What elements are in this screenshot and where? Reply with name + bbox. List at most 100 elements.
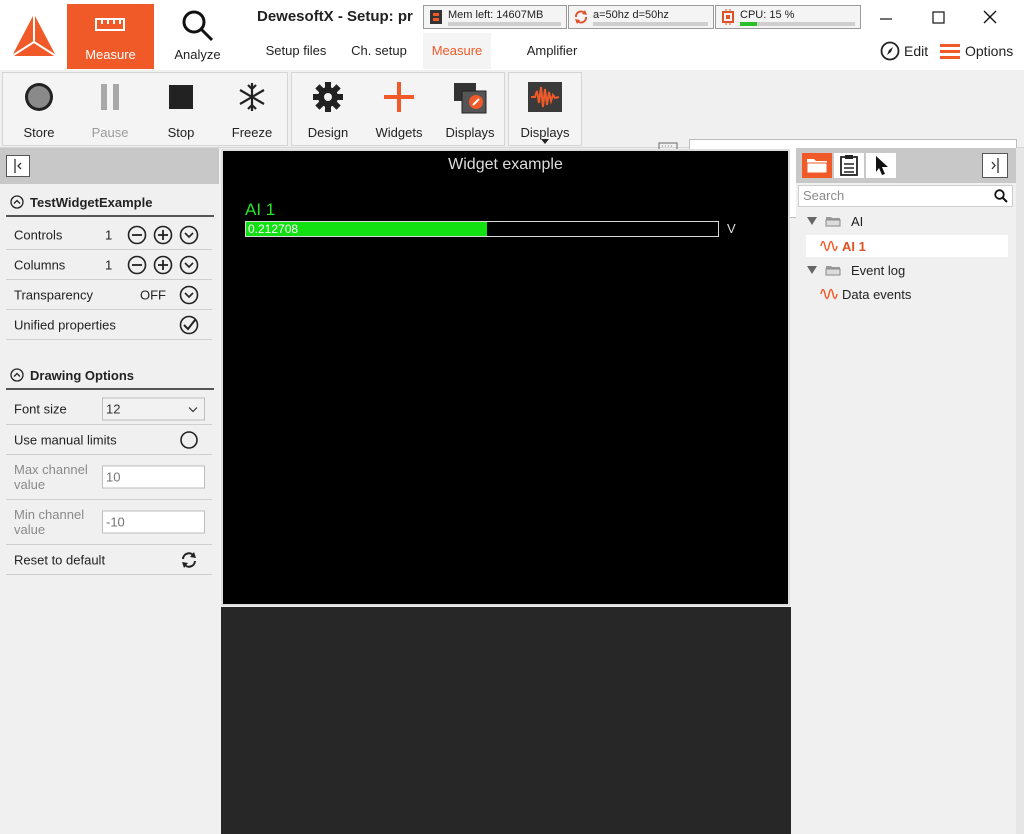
displays-menu-button[interactable]: Displays [509, 73, 581, 147]
tree-group-event-log[interactable]: Event log [802, 259, 1008, 281]
min-channel-row: Min channel value [6, 500, 212, 545]
folder-icon [806, 159, 828, 174]
freeze-button[interactable]: Freeze [216, 73, 288, 147]
channel-name: AI 1 [245, 200, 276, 219]
tab-measure[interactable]: Measure [423, 33, 491, 69]
channel-select-button[interactable] [866, 153, 896, 178]
stop-icon [169, 85, 193, 109]
unified-properties-row: Unified properties [6, 310, 212, 340]
signal-wave-icon [820, 240, 838, 252]
pause-label: Pause [91, 125, 129, 140]
edit-button[interactable]: Edit [880, 40, 928, 62]
widget-display[interactable]: Widget example AI 1 0.212708 V [221, 149, 790, 606]
columns-label: Columns [14, 257, 66, 272]
tree-group-ai[interactable]: AI [802, 210, 1008, 232]
chevron-down-circle-icon[interactable] [179, 285, 199, 305]
radio-unchecked-icon[interactable] [179, 430, 199, 450]
columns-row: Columns 1 [6, 250, 212, 280]
rate-status: a=50hz d=50hz [568, 5, 714, 29]
max-channel-input[interactable] [102, 465, 205, 489]
options-button[interactable]: Options [940, 40, 1013, 62]
chevron-down-circle-icon[interactable] [179, 225, 199, 245]
reset-row: Reset to default [6, 545, 212, 575]
minimize-icon [880, 18, 892, 20]
panel-collapse-icon [14, 159, 22, 173]
hamburger-icon [940, 44, 960, 59]
memory-text: Mem left: 14607MB [448, 9, 544, 21]
check-circle-icon[interactable] [179, 315, 199, 335]
plus-circle-icon[interactable] [153, 225, 173, 245]
mode-measure-button[interactable]: Measure [67, 4, 154, 69]
title-bar: Measure Analyze DewesoftX - Setup: pr Me… [0, 0, 1024, 70]
plus-icon [384, 82, 414, 112]
chevron-down-icon [188, 406, 198, 412]
ruler-icon [95, 18, 125, 31]
displays-menu-label: Displays [520, 125, 570, 140]
section-drawing-options[interactable]: Drawing Options [6, 362, 214, 390]
min-channel-input[interactable] [102, 510, 205, 534]
empty-display-area[interactable] [221, 607, 791, 834]
clipboard-icon [840, 155, 858, 176]
tree-channel-ai-1[interactable]: AI 1 [806, 235, 1008, 257]
displays-edit-icon [454, 83, 487, 114]
design-label: Design [307, 125, 349, 140]
properties-panel: TestWidgetExample Controls 1 Columns 1 T… [0, 148, 219, 834]
dewesoft-logo [8, 10, 60, 62]
tree-channel-data-events[interactable]: Data events [802, 283, 1008, 305]
manual-limits-row: Use manual limits [6, 425, 212, 455]
stop-label: Stop [167, 125, 195, 140]
search-icon[interactable] [994, 189, 1008, 203]
channel-panel-header [796, 148, 1024, 183]
channel-files-button[interactable] [802, 153, 832, 178]
pause-button[interactable]: Pause [74, 73, 146, 147]
displays-button[interactable]: Displays [434, 73, 506, 147]
minus-circle-icon[interactable] [127, 225, 147, 245]
tree-group-event-log-label: Event log [851, 262, 906, 278]
maximize-button[interactable] [918, 4, 958, 32]
expand-triangle-icon [807, 266, 817, 274]
widgets-label: Widgets [375, 125, 423, 140]
tab-ch-setup[interactable]: Ch. setup [345, 33, 413, 69]
close-icon [983, 10, 997, 24]
channel-search-input[interactable]: Search [798, 185, 1013, 207]
window-title: DewesoftX - Setup: pr [257, 8, 413, 25]
search-placeholder: Search [803, 188, 845, 203]
section-drawing-options-title: Drawing Options [30, 367, 134, 383]
widget-title: Widget example [448, 156, 563, 173]
font-size-select[interactable]: 12 [102, 397, 205, 420]
store-button[interactable]: Store [3, 73, 75, 147]
mode-analyze-label: Analyze [174, 47, 221, 62]
caret-down-icon [541, 139, 549, 144]
section-test-widget[interactable]: TestWidgetExample [6, 189, 214, 217]
transparency-row: Transparency OFF [6, 280, 212, 310]
minimize-button[interactable] [866, 4, 906, 32]
group-folder-icon [825, 266, 841, 276]
channel-value-bar: 0.212708 [245, 221, 719, 237]
record-icon [25, 83, 53, 111]
stop-button[interactable]: Stop [145, 73, 217, 147]
close-button[interactable] [970, 4, 1010, 32]
controls-value: 1 [105, 227, 113, 242]
design-button[interactable]: Design [292, 73, 364, 147]
sync-icon [575, 10, 587, 24]
max-channel-row: Max channel value [6, 455, 212, 500]
minus-circle-icon[interactable] [127, 255, 147, 275]
font-size-row: Font size 12 [6, 393, 212, 425]
right-scrollbar[interactable] [1016, 148, 1024, 834]
tab-setup-files[interactable]: Setup files [258, 33, 334, 69]
channel-list-button[interactable] [834, 153, 864, 178]
widgets-button[interactable]: Widgets [363, 73, 435, 147]
rate-text: a=50hz d=50hz [593, 9, 669, 21]
group-folder-icon [825, 217, 841, 227]
mode-analyze-button[interactable]: Analyze [154, 4, 241, 69]
properties-panel-header [0, 148, 219, 184]
maximize-icon [932, 11, 945, 24]
gear-icon [313, 82, 343, 112]
chevron-down-circle-icon[interactable] [179, 255, 199, 275]
collapse-left-panel-button[interactable] [6, 155, 30, 177]
collapse-right-panel-button[interactable] [982, 153, 1008, 178]
tab-amplifier[interactable]: Amplifier [516, 33, 588, 69]
plus-circle-icon[interactable] [153, 255, 173, 275]
options-label: Options [965, 43, 1014, 59]
refresh-icon[interactable] [179, 550, 199, 570]
